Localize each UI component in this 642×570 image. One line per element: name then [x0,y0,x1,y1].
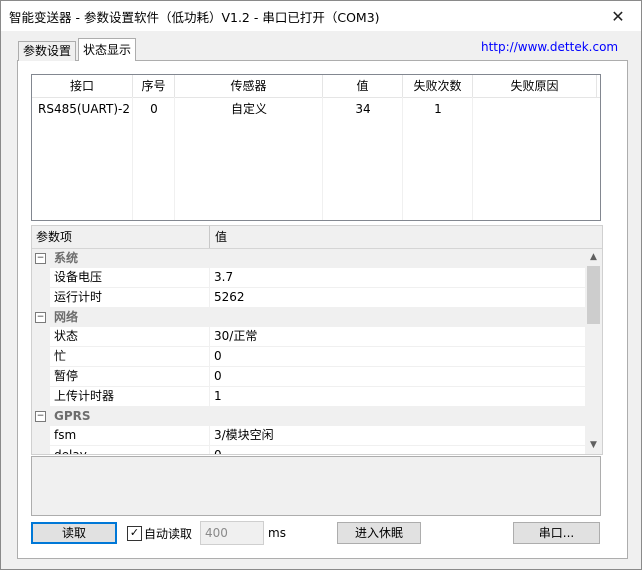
property-value: 0 [214,448,222,455]
interval-unit: ms [268,526,286,540]
property-name: 状态 [54,329,79,343]
property-value: 5262 [214,290,245,304]
scroll-up-icon[interactable]: ▲ [585,249,602,266]
category-label: 网络 [54,310,79,324]
property-row[interactable]: 暂停 0 [32,367,585,387]
read-button[interactable]: 读取 [31,522,117,544]
website-link[interactable]: http://www.dettek.com [481,40,618,54]
column-divider [209,268,210,287]
col-header-sensor[interactable]: 传感器 [175,75,323,97]
serial-port-button[interactable]: 串口... [513,522,600,544]
collapse-icon[interactable]: − [35,312,46,323]
property-value: 0 [214,349,222,363]
property-name: 暂停 [54,369,79,383]
property-value: 3.7 [214,270,234,284]
row-gutter [32,446,50,454]
title-bar: 智能变送器 - 参数设置软件（低功耗）V1.2 - 串口已打开（COM3) ✕ [1,1,641,31]
row-gutter [32,426,50,445]
property-row[interactable]: 运行计时 5262 [32,288,585,308]
row-gutter [32,327,50,346]
header-value: 值 [215,230,228,244]
category-label: 系统 [54,251,79,265]
cell-value: 34 [355,102,371,116]
property-list: − 系统 设备电压 3.7 运行计时 5262 − 网络 状态 30/正常 忙 [32,249,585,455]
interval-input[interactable]: 400 [200,521,264,545]
property-grid-header: 参数项 值 [32,226,602,249]
column-divider [209,367,210,386]
tab-parameter-settings[interactable]: 参数设置 [18,41,77,61]
header-divider[interactable] [209,226,210,248]
list-header: 接口 序号 传感器 值 失败次数 失败原因 [32,75,600,98]
header-parameter: 参数项 [36,230,73,244]
sensor-list[interactable]: 接口 序号 传感器 值 失败次数 失败原因 RS485(UART)-2 0 自定… [31,74,601,221]
row-gutter [32,347,50,366]
column-divider [209,387,210,406]
property-value: 1 [214,389,222,403]
cell-sensor: 自定义 [230,102,267,116]
collapse-icon[interactable]: − [35,253,46,264]
auto-read-label[interactable]: 自动读取 [144,525,192,542]
category-gprs[interactable]: − GPRS [32,407,585,426]
col-header-index[interactable]: 序号 [133,75,175,97]
row-gutter [32,387,50,406]
column-divider [209,426,210,445]
tab-status-display[interactable]: 状态显示 [78,38,137,61]
column-divider [209,288,210,307]
description-panel [31,456,601,516]
category-system[interactable]: − 系统 [32,249,585,268]
table-row[interactable]: RS485(UART)-2 0 自定义 34 1 [32,99,600,119]
col-header-value[interactable]: 值 [323,75,403,97]
property-name: 上传计时器 [54,389,115,403]
category-label: GPRS [54,409,91,423]
property-name: fsm [54,428,77,442]
column-divider [209,446,210,454]
cell-interface: RS485(UART)-2 [38,102,130,116]
property-row[interactable]: fsm 3/模块空闲 [32,426,585,446]
col-header-fail-count[interactable]: 失败次数 [403,75,473,97]
auto-read-checkbox[interactable]: ✓ [127,526,142,541]
property-grid[interactable]: 参数项 值 − 系统 设备电压 3.7 运行计时 5262 − 网络 状态 30… [31,225,603,455]
column-divider [209,327,210,346]
property-name: delay [54,448,87,455]
property-row[interactable]: 状态 30/正常 [32,327,585,347]
row-gutter [32,288,50,307]
row-gutter [32,268,50,287]
property-value: 0 [214,369,222,383]
property-name: 运行计时 [54,290,103,304]
category-network[interactable]: − 网络 [32,308,585,327]
window-title: 智能变送器 - 参数设置软件（低功耗）V1.2 - 串口已打开（COM3) [9,10,380,25]
vertical-scrollbar[interactable]: ▲ ▼ [585,249,602,454]
property-row[interactable]: 忙 0 [32,347,585,367]
col-header-interface[interactable]: 接口 [32,75,133,97]
property-row[interactable]: delay 0 [32,446,585,455]
property-name: 设备电压 [54,270,103,284]
property-row[interactable]: 设备电压 3.7 [32,268,585,288]
property-row[interactable]: 上传计时器 1 [32,387,585,407]
property-value: 3/模块空闲 [214,428,274,442]
property-name: 忙 [54,349,67,363]
cell-fail-count: 1 [434,102,442,116]
scroll-thumb[interactable] [587,266,600,324]
cell-index: 0 [150,102,158,116]
close-icon[interactable]: ✕ [595,1,641,31]
cell-fail-reason [473,99,597,119]
column-divider [209,347,210,366]
sleep-button[interactable]: 进入休眠 [337,522,421,544]
collapse-icon[interactable]: − [35,411,46,422]
row-gutter [32,367,50,386]
scroll-down-icon[interactable]: ▼ [585,437,602,454]
col-header-fail-reason[interactable]: 失败原因 [473,75,597,97]
property-value: 30/正常 [214,329,258,343]
